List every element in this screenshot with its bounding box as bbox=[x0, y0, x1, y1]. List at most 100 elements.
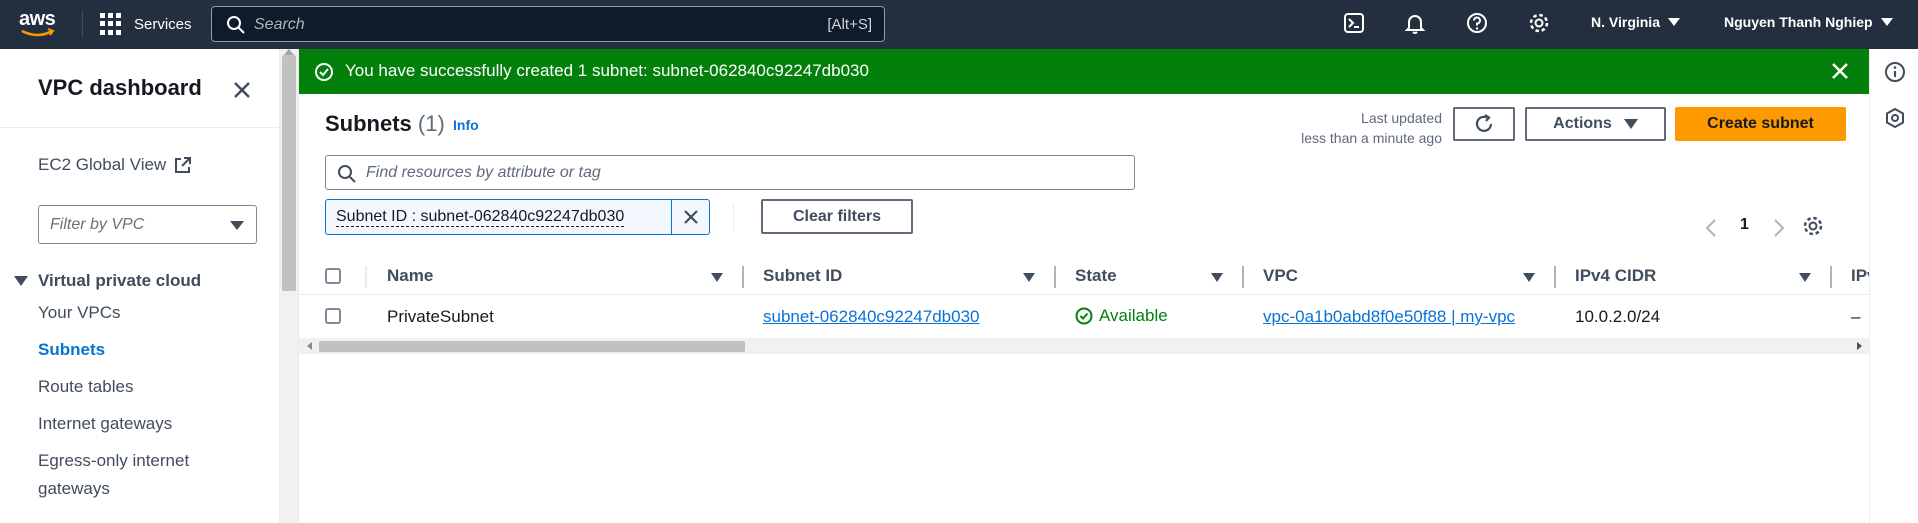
info-link[interactable]: Info bbox=[453, 117, 479, 133]
filter-token[interactable]: Subnet ID : subnet-062840c92247db030 bbox=[325, 199, 710, 235]
row-select-checkbox[interactable] bbox=[325, 308, 341, 324]
sidebar-scrollbar-thumb[interactable] bbox=[282, 55, 296, 291]
sidebar-item-subnets[interactable]: Subnets bbox=[38, 336, 105, 364]
cell-name: PrivateSubnet bbox=[387, 307, 494, 326]
section-virtual-private-cloud[interactable]: Virtual private cloud bbox=[14, 271, 201, 291]
dismiss-close-icon[interactable] bbox=[1830, 61, 1850, 81]
property-filter-input[interactable]: Find resources by attribute or tag bbox=[325, 155, 1135, 190]
column-resizer[interactable] bbox=[742, 266, 744, 288]
column-header-state[interactable]: State bbox=[1075, 266, 1117, 286]
sidebar-item-internet-gateways[interactable]: Internet gateways bbox=[38, 410, 172, 438]
external-link-icon bbox=[175, 157, 192, 173]
services-menu[interactable]: Services bbox=[100, 11, 192, 37]
flash-message: You have successfully created 1 subnet: … bbox=[345, 61, 869, 80]
column-header-subnet-id[interactable]: Subnet ID bbox=[763, 266, 842, 286]
services-label: Services bbox=[134, 15, 192, 33]
item-count: (1) bbox=[417, 111, 445, 136]
cell-subnet-id-link[interactable]: subnet-062840c92247db030 bbox=[763, 307, 979, 327]
last-updated: Last updated less than a minute ago bbox=[1272, 108, 1442, 148]
sort-caret-icon[interactable] bbox=[1523, 273, 1535, 282]
search-shortcut: [Alt+S] bbox=[827, 16, 872, 33]
actions-dropdown-button[interactable]: Actions bbox=[1525, 107, 1666, 141]
close-icon[interactable] bbox=[230, 78, 254, 102]
cell-ipv6: – bbox=[1851, 307, 1861, 326]
scroll-left-arrow-icon[interactable] bbox=[307, 342, 312, 350]
status-available-icon bbox=[1075, 307, 1093, 325]
column-header-vpc[interactable]: VPC bbox=[1263, 266, 1298, 286]
vpc-filter-select[interactable]: Filter by VPC bbox=[38, 205, 257, 244]
sidebar-item-egress-only-internet-gateways-line2[interactable]: gateways bbox=[38, 475, 110, 503]
feedback-hexagon-icon[interactable] bbox=[1884, 107, 1906, 129]
cell-vpc-link[interactable]: vpc-0a1b0abd8f0e50f88 | my-vpc bbox=[1263, 307, 1515, 327]
sidebar-title[interactable]: VPC dashboard bbox=[38, 75, 202, 101]
table-preferences-gear-icon[interactable] bbox=[1802, 215, 1824, 237]
caret-down-icon bbox=[1623, 119, 1638, 129]
page-number[interactable]: 1 bbox=[1740, 216, 1749, 234]
ec2-global-view-label: EC2 Global View bbox=[38, 155, 167, 174]
actions-label: Actions bbox=[1553, 115, 1612, 132]
sidebar-item-your-vpcs[interactable]: Your VPCs bbox=[38, 299, 121, 327]
global-search-input[interactable]: Search [Alt+S] bbox=[211, 6, 885, 42]
page-title: Subnets (1) bbox=[325, 111, 445, 137]
column-header-ipv4-cidr[interactable]: IPv4 CIDR bbox=[1575, 266, 1656, 286]
sidebar-item-egress-only-internet-gateways[interactable]: Egress-only internet bbox=[38, 447, 189, 475]
cell-ipv4-cidr: 10.0.2.0/24 bbox=[1575, 307, 1661, 326]
next-page-icon[interactable] bbox=[1772, 218, 1786, 238]
filter-token-label[interactable]: Subnet ID : subnet-062840c92247db030 bbox=[336, 207, 625, 227]
right-utility-rail bbox=[1869, 49, 1918, 523]
column-resizer[interactable] bbox=[1054, 266, 1056, 288]
sidebar-scrollbar[interactable] bbox=[280, 49, 298, 523]
scroll-right-arrow-icon[interactable] bbox=[1857, 342, 1862, 350]
sort-caret-icon[interactable] bbox=[1211, 273, 1223, 282]
filter-divider bbox=[733, 203, 734, 231]
sort-caret-icon[interactable] bbox=[1023, 273, 1035, 282]
account-name: Nguyen Thanh Nghiep bbox=[1724, 14, 1873, 30]
sidebar-divider bbox=[0, 127, 280, 128]
clear-filters-button[interactable]: Clear filters bbox=[761, 199, 913, 234]
table-row[interactable]: PrivateSubnet subnet-062840c92247db030 A… bbox=[299, 296, 1870, 336]
side-navigation: VPC dashboard EC2 Global View Filter by … bbox=[0, 49, 280, 523]
region-selector[interactable]: N. Virginia bbox=[1591, 14, 1680, 30]
sort-caret-icon[interactable] bbox=[1799, 273, 1811, 282]
services-grid-icon bbox=[100, 13, 122, 35]
remove-filter-button[interactable] bbox=[671, 200, 710, 234]
notifications-bell-icon[interactable] bbox=[1404, 12, 1426, 34]
close-icon bbox=[684, 210, 698, 224]
table-header: Name Subnet ID State VPC IPv4 CIDR IPv bbox=[299, 257, 1870, 295]
success-check-icon bbox=[315, 63, 333, 81]
settings-gear-icon[interactable] bbox=[1528, 12, 1550, 34]
refresh-button[interactable] bbox=[1453, 107, 1515, 141]
cloudshell-icon[interactable] bbox=[1343, 12, 1365, 34]
column-divider bbox=[365, 266, 367, 288]
aws-logo[interactable]: aws bbox=[19, 8, 63, 40]
column-header-ipv6[interactable]: IPv bbox=[1851, 266, 1870, 286]
previous-page-icon[interactable] bbox=[1704, 218, 1718, 238]
section-label: Virtual private cloud bbox=[38, 271, 202, 290]
column-header-name[interactable]: Name bbox=[387, 266, 433, 286]
account-menu[interactable]: Nguyen Thanh Nghiep bbox=[1724, 14, 1893, 30]
ec2-global-view-link[interactable]: EC2 Global View bbox=[38, 155, 192, 175]
top-navigation: aws Services Search [Alt+S] N. Virginia … bbox=[0, 0, 1918, 49]
chevron-down-icon bbox=[1667, 18, 1680, 26]
status-label: Available bbox=[1099, 306, 1168, 325]
vpc-filter-placeholder: Filter by VPC bbox=[50, 216, 145, 233]
last-updated-line2: less than a minute ago bbox=[1301, 130, 1442, 146]
table-horizontal-scrollbar[interactable] bbox=[299, 338, 1870, 354]
property-filter-placeholder: Find resources by attribute or tag bbox=[366, 164, 601, 181]
create-subnet-button[interactable]: Create subnet bbox=[1675, 107, 1846, 141]
column-resizer[interactable] bbox=[1242, 266, 1244, 288]
help-icon[interactable] bbox=[1466, 12, 1488, 34]
caret-down-icon bbox=[230, 221, 244, 230]
select-all-checkbox[interactable] bbox=[325, 268, 341, 284]
region-label: N. Virginia bbox=[1591, 14, 1660, 30]
info-panel-icon[interactable] bbox=[1884, 61, 1906, 83]
horizontal-scrollbar-thumb[interactable] bbox=[319, 341, 745, 352]
sidebar-item-route-tables[interactable]: Route tables bbox=[38, 373, 133, 401]
sort-caret-icon[interactable] bbox=[711, 273, 723, 282]
main-content: You have successfully created 1 subnet: … bbox=[298, 49, 1870, 523]
column-resizer[interactable] bbox=[1830, 266, 1832, 288]
column-resizer[interactable] bbox=[1554, 266, 1556, 288]
success-flash-banner: You have successfully created 1 subnet: … bbox=[299, 49, 1870, 94]
page-title-text: Subnets bbox=[325, 111, 412, 136]
search-icon bbox=[338, 165, 356, 183]
